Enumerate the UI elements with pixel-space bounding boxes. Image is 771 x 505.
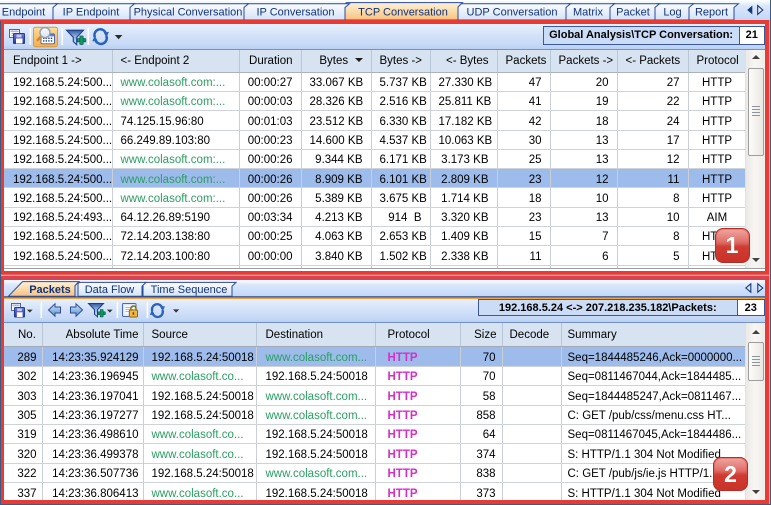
svg-text:Endpoint: Endpoint [2, 7, 45, 19]
svg-text:Report: Report [695, 7, 728, 19]
svg-text:TCP Conversation: TCP Conversation [358, 7, 448, 19]
svg-text:Physical Conversation: Physical Conversation [134, 7, 243, 19]
svg-text:IP Conversation: IP Conversation [256, 7, 334, 19]
svg-text:IP Endpoint: IP Endpoint [63, 7, 120, 19]
svg-text:Packet: Packet [616, 7, 650, 19]
svg-text:Log: Log [663, 7, 681, 19]
svg-text:UDP Conversation: UDP Conversation [467, 7, 558, 19]
svg-text:Time Sequence: Time Sequence [151, 284, 228, 296]
svg-text:Data Flow: Data Flow [85, 284, 135, 296]
svg-text:Packets: Packets [29, 284, 71, 296]
svg-text:Matrix: Matrix [573, 7, 603, 19]
